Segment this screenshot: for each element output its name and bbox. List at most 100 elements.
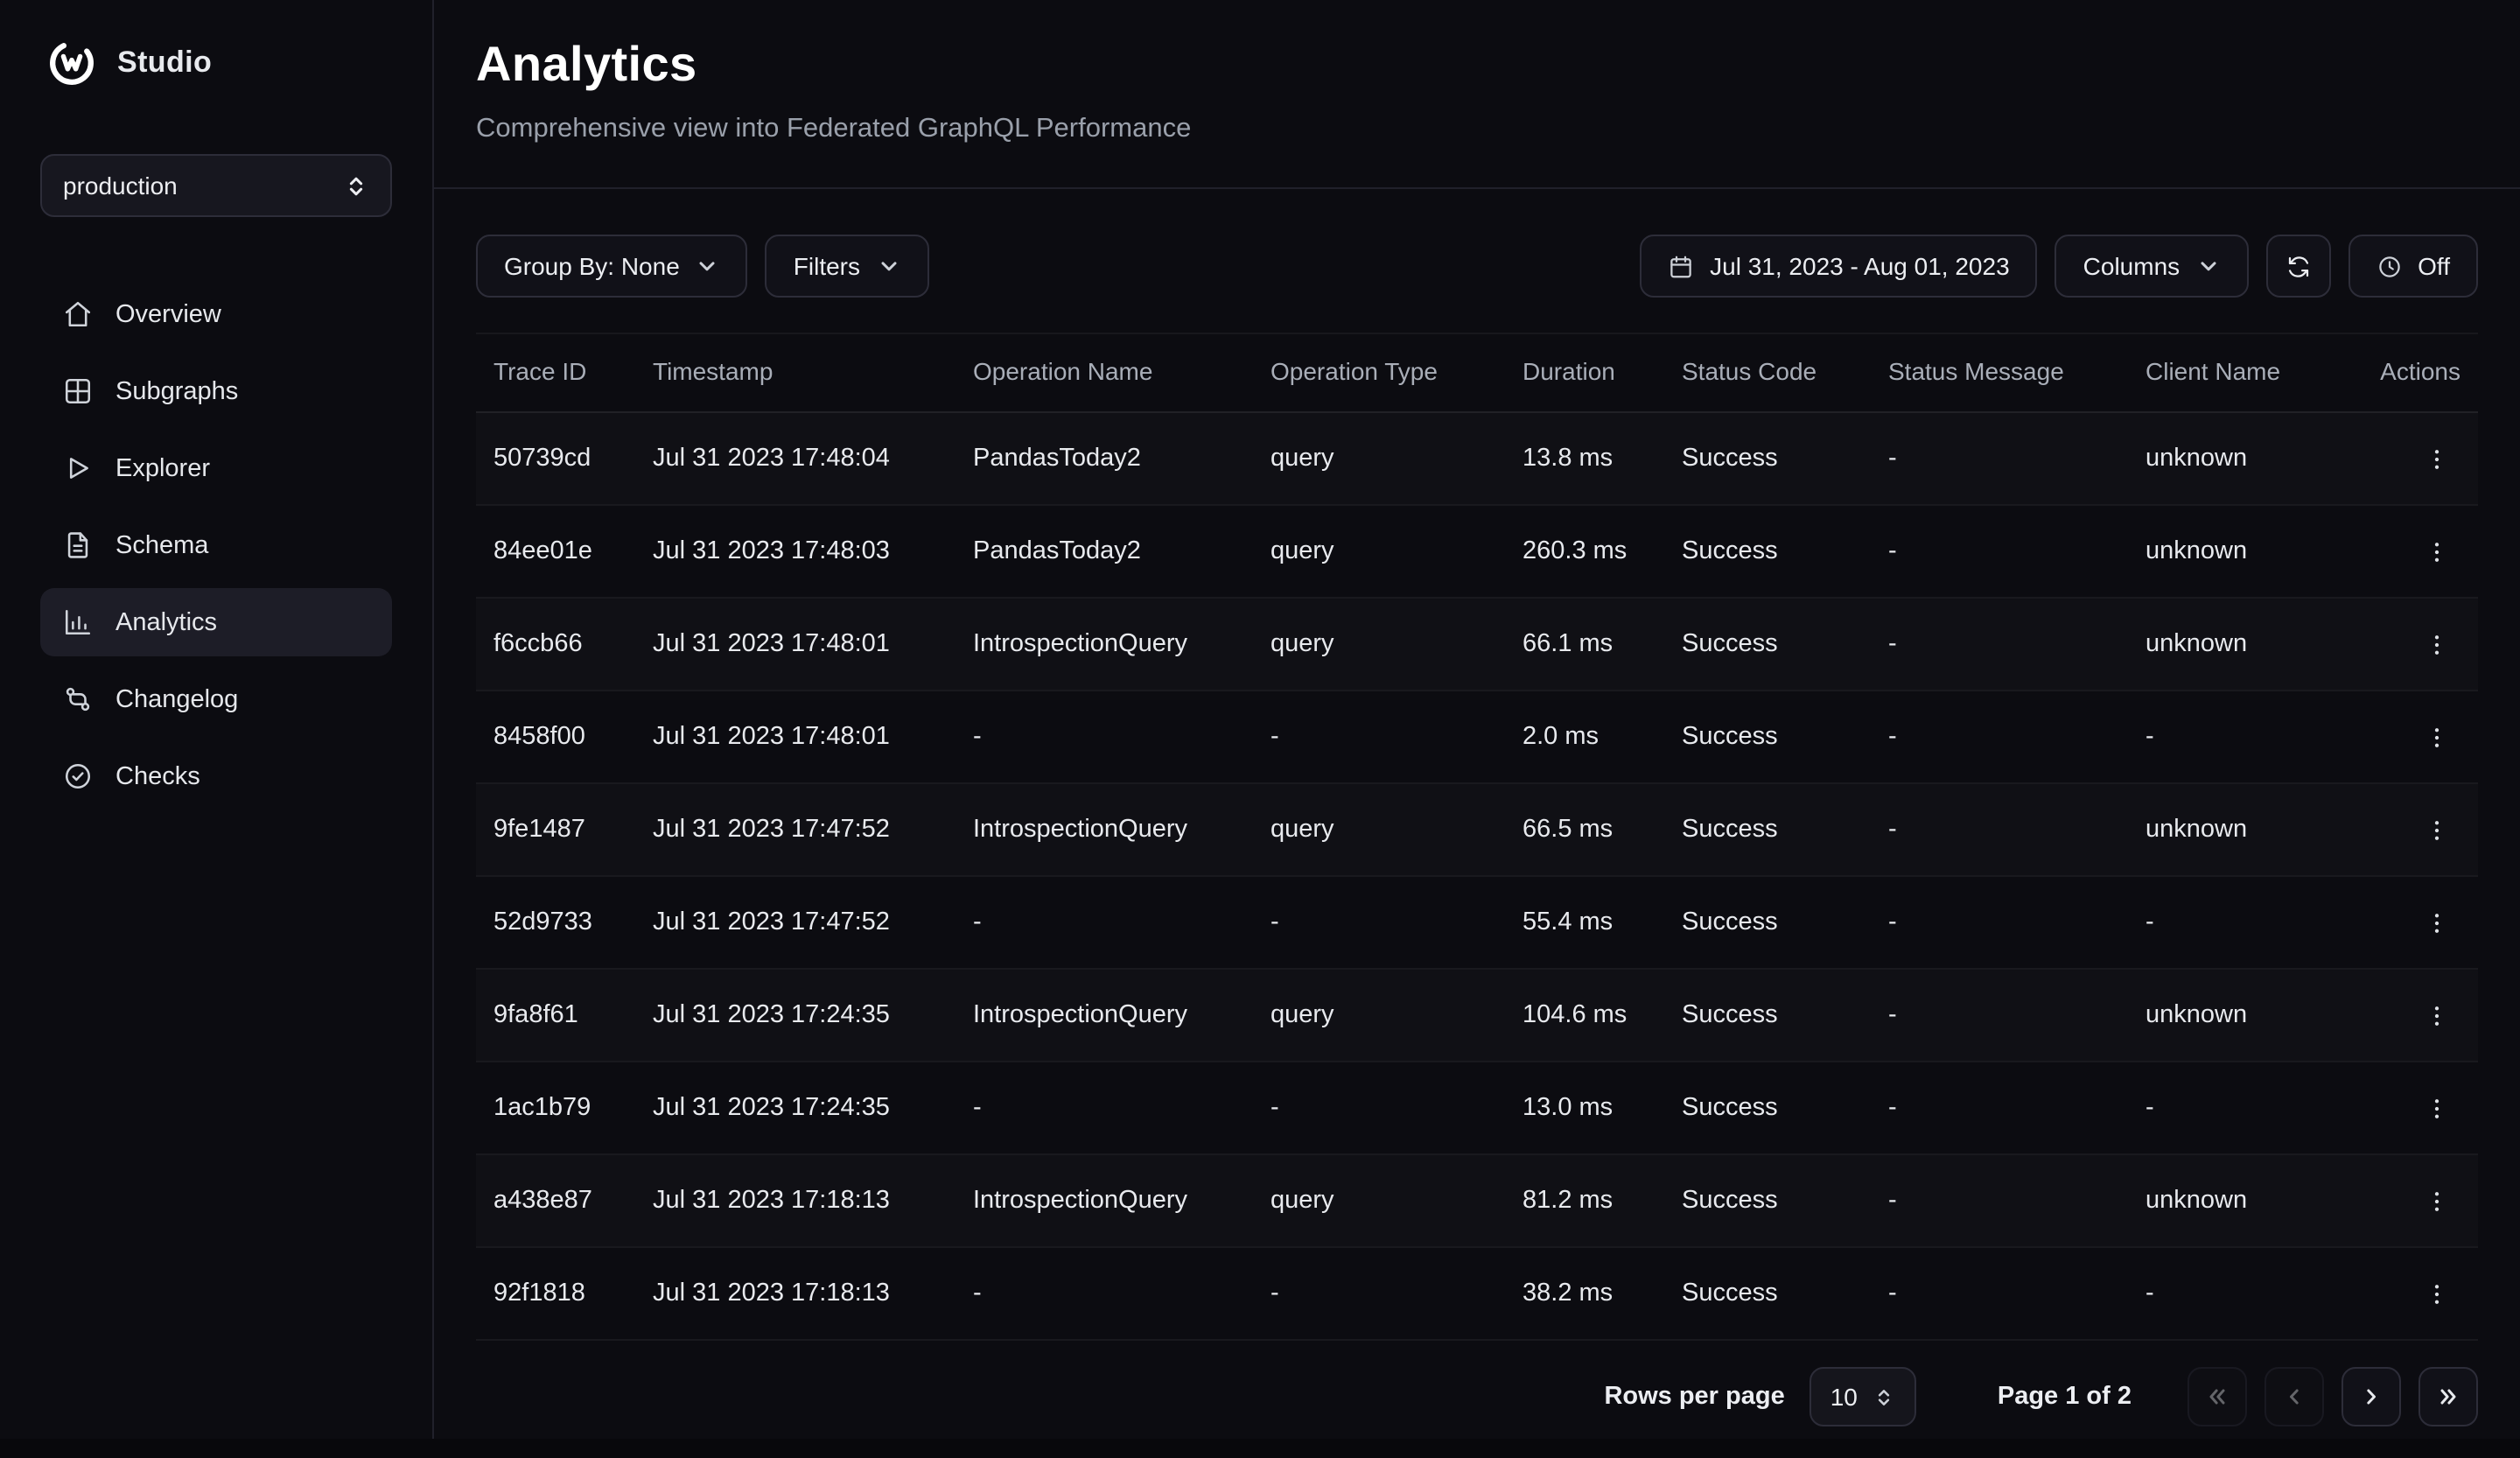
status-message-cell: - [1871, 412, 2128, 505]
table-row[interactable]: 1ac1b79 Jul 31 2023 17:24:35 - - 13.0 ms… [476, 1062, 2478, 1154]
file-text-icon [63, 530, 93, 560]
timestamp-cell: Jul 31 2023 17:47:52 [635, 876, 956, 969]
environment-select[interactable]: production [40, 154, 392, 217]
duration-cell: 260.3 ms [1505, 505, 1664, 598]
last-page-button[interactable] [2418, 1367, 2478, 1426]
row-actions-button[interactable] [2412, 805, 2460, 854]
bar-chart-icon [63, 607, 93, 637]
dots-vertical-icon [2423, 1002, 2449, 1028]
column-header-timestamp: Timestamp [635, 333, 956, 412]
sidebar-item-checks[interactable]: Checks [40, 742, 392, 810]
chevron-down-icon [696, 254, 720, 278]
operation-name-cell: IntrospectionQuery [956, 598, 1253, 690]
home-icon [63, 299, 93, 329]
status-code-cell: Success [1664, 783, 1871, 876]
auto-refresh-label: Off [2418, 252, 2450, 280]
duration-cell: 2.0 ms [1505, 690, 1664, 783]
table-row[interactable]: a438e87 Jul 31 2023 17:18:13 Introspecti… [476, 1154, 2478, 1247]
sidebar-item-label: Schema [116, 531, 208, 559]
timestamp-cell: Jul 31 2023 17:48:04 [635, 412, 956, 505]
sidebar-item-analytics[interactable]: Analytics [40, 588, 392, 656]
dots-vertical-icon [2423, 817, 2449, 843]
table-row[interactable]: 84ee01e Jul 31 2023 17:48:03 PandasToday… [476, 505, 2478, 598]
table-row[interactable]: 92f1818 Jul 31 2023 17:18:13 - - 38.2 ms… [476, 1247, 2478, 1340]
columns-button[interactable]: Columns [2055, 235, 2249, 298]
operation-type-cell: query [1253, 1154, 1505, 1247]
client-name-cell: - [2128, 690, 2347, 783]
home-logo-link[interactable]: Studio [40, 32, 392, 91]
sidebar-item-changelog[interactable]: Changelog [40, 665, 392, 733]
row-actions-button[interactable] [2412, 1176, 2460, 1225]
chevrons-right-icon [2436, 1384, 2460, 1409]
row-actions-button[interactable] [2412, 527, 2460, 576]
row-actions-button[interactable] [2412, 434, 2460, 483]
table-row[interactable]: 50739cd Jul 31 2023 17:48:04 PandasToday… [476, 412, 2478, 505]
chevrons-up-down-icon [1873, 1385, 1896, 1408]
table-row[interactable]: 52d9733 Jul 31 2023 17:47:52 - - 55.4 ms… [476, 876, 2478, 969]
sidebar-item-label: Subgraphs [116, 377, 238, 405]
trace-id-cell: f6ccb66 [476, 598, 635, 690]
actions-cell [2347, 598, 2478, 690]
operation-type-cell: query [1253, 783, 1505, 876]
date-range-button[interactable]: Jul 31, 2023 - Aug 01, 2023 [1640, 235, 2038, 298]
group-by-label: Group By: None [504, 252, 680, 280]
actions-cell [2347, 1062, 2478, 1154]
status-message-cell: - [1871, 690, 2128, 783]
duration-cell: 81.2 ms [1505, 1154, 1664, 1247]
status-message-cell: - [1871, 505, 2128, 598]
operation-name-cell: IntrospectionQuery [956, 969, 1253, 1062]
first-page-button[interactable] [2188, 1367, 2247, 1426]
table-row[interactable]: f6ccb66 Jul 31 2023 17:48:01 Introspecti… [476, 598, 2478, 690]
status-code-cell: Success [1664, 1062, 1871, 1154]
previous-page-button[interactable] [2264, 1367, 2324, 1426]
duration-cell: 104.6 ms [1505, 969, 1664, 1062]
auto-refresh-button[interactable]: Off [2348, 235, 2478, 298]
actions-cell [2347, 690, 2478, 783]
status-code-cell: Success [1664, 1154, 1871, 1247]
dots-vertical-icon [2423, 1095, 2449, 1121]
row-actions-button[interactable] [2412, 898, 2460, 947]
status-code-cell: Success [1664, 876, 1871, 969]
table-row[interactable]: 9fa8f61 Jul 31 2023 17:24:35 Introspecti… [476, 969, 2478, 1062]
table-header-row: Trace ID Timestamp Operation Name Operat… [476, 333, 2478, 412]
page-subtitle: Comprehensive view into Federated GraphQ… [476, 114, 2478, 145]
sidebar-item-overview[interactable]: Overview [40, 280, 392, 348]
traces-table: Trace ID Timestamp Operation Name Operat… [476, 333, 2478, 1341]
refresh-icon [2285, 253, 2311, 279]
check-circle-icon [63, 761, 93, 791]
operation-type-cell: query [1253, 598, 1505, 690]
actions-cell [2347, 1247, 2478, 1340]
table-row[interactable]: 9fe1487 Jul 31 2023 17:47:52 Introspecti… [476, 783, 2478, 876]
pagination: Rows per page 10 Page 1 of 2 [476, 1341, 2478, 1458]
row-actions-button[interactable] [2412, 1083, 2460, 1132]
timestamp-cell: Jul 31 2023 17:18:13 [635, 1247, 956, 1340]
row-actions-button[interactable] [2412, 620, 2460, 669]
rows-per-page-value: 10 [1830, 1383, 1858, 1411]
sidebar-item-subgraphs[interactable]: Subgraphs [40, 357, 392, 425]
sidebar-item-label: Overview [116, 300, 221, 328]
group-by-button[interactable]: Group By: None [476, 235, 748, 298]
filters-button[interactable]: Filters [766, 235, 928, 298]
column-header-operation-type: Operation Type [1253, 333, 1505, 412]
play-icon [63, 453, 93, 483]
status-message-cell: - [1871, 1247, 2128, 1340]
table-row[interactable]: 8458f00 Jul 31 2023 17:48:01 - - 2.0 ms … [476, 690, 2478, 783]
dots-vertical-icon [2423, 631, 2449, 657]
status-message-cell: - [1871, 598, 2128, 690]
sidebar-item-explorer[interactable]: Explorer [40, 434, 392, 502]
operation-type-cell: - [1253, 690, 1505, 783]
timestamp-cell: Jul 31 2023 17:48:03 [635, 505, 956, 598]
sidebar-item-schema[interactable]: Schema [40, 511, 392, 579]
status-message-cell: - [1871, 876, 2128, 969]
row-actions-button[interactable] [2412, 712, 2460, 761]
row-actions-button[interactable] [2412, 991, 2460, 1040]
status-message-cell: - [1871, 969, 2128, 1062]
column-header-status-code: Status Code [1664, 333, 1871, 412]
refresh-button[interactable] [2265, 235, 2330, 298]
rows-per-page-select[interactable]: 10 [1810, 1367, 1917, 1426]
client-name-cell: - [2128, 1247, 2347, 1340]
row-actions-button[interactable] [2412, 1269, 2460, 1318]
next-page-button[interactable] [2342, 1367, 2401, 1426]
app-title: Studio [117, 46, 212, 81]
sidebar-item-label: Checks [116, 762, 200, 790]
